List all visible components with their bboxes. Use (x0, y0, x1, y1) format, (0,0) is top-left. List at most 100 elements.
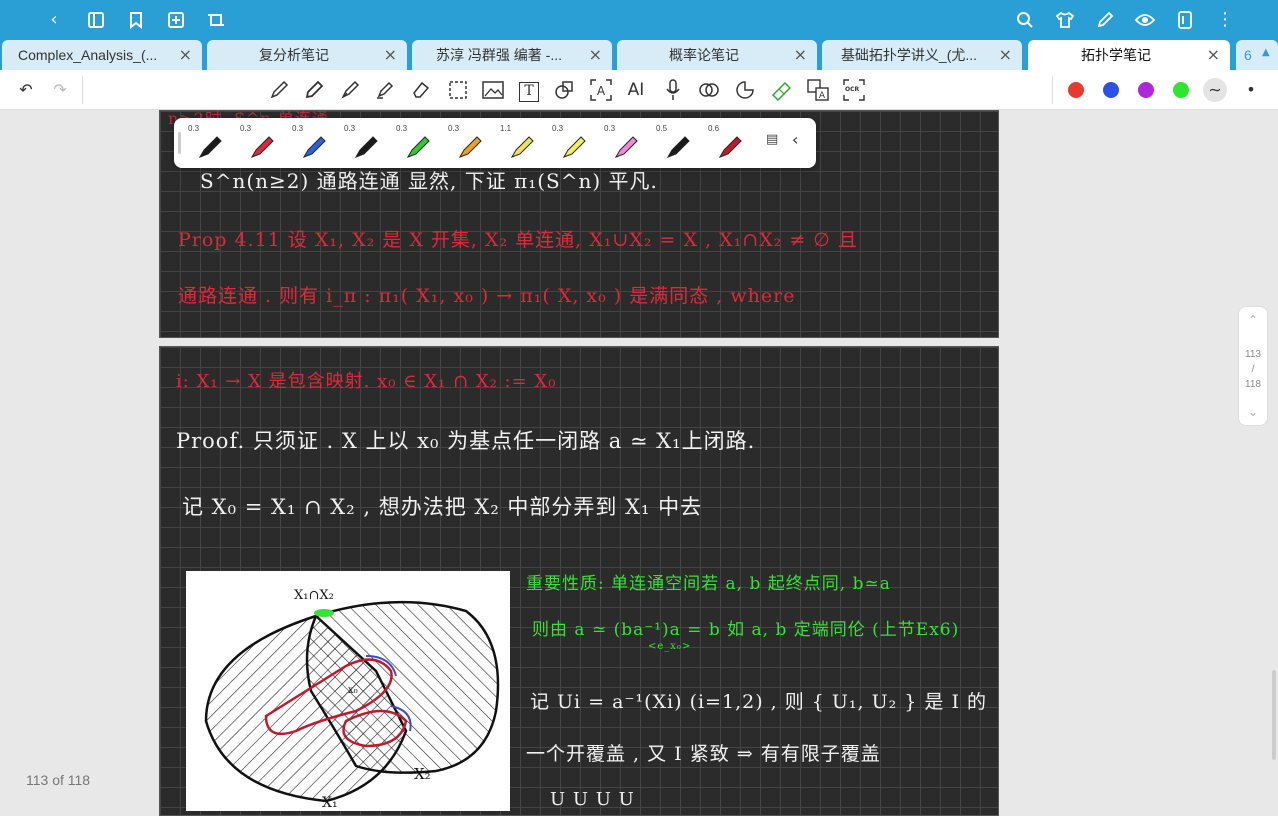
tab-topology-lectures[interactable]: 基础拓扑学讲义_(尤... × (822, 40, 1022, 70)
tab-probability-notes[interactable]: 概率论笔记 × (617, 40, 817, 70)
more-vertical-icon[interactable]: ⋮ (1213, 8, 1237, 32)
color-red[interactable] (1068, 82, 1084, 98)
pen-icon[interactable] (267, 78, 291, 102)
pen-icon (614, 136, 638, 158)
page-scroller[interactable]: ⌃ 113 / 118 ⌄ (1238, 306, 1268, 426)
pen-icon (458, 136, 482, 158)
note-page-113[interactable]: i: X₁ → X 是包含映射. x₀ ∈ X₁ ∩ X₂ := X₀ Proo… (159, 346, 999, 816)
color-purple[interactable] (1138, 82, 1154, 98)
pen-preset-9[interactable]: 0.3 (602, 122, 650, 164)
svg-text:A: A (819, 91, 826, 101)
ai-label: AI (627, 80, 645, 100)
pen-size-label: 0.3 (396, 124, 408, 133)
palette-drag-handle[interactable] (178, 132, 181, 154)
stroke-width-icon[interactable]: • (1239, 78, 1263, 102)
pen-preset-7[interactable]: 1.1 (498, 122, 546, 164)
pen-preset-3[interactable]: 0.3 (290, 122, 338, 164)
page-count-label: 113 of 118 (26, 772, 91, 788)
close-icon[interactable]: × (1207, 40, 1220, 70)
tab-complex-notes[interactable]: 复分析笔记 × (207, 40, 407, 70)
ocr-label: OCR (845, 86, 860, 93)
palette-settings-icon[interactable]: ▤ (766, 132, 778, 147)
pen-icon (302, 136, 326, 158)
close-icon[interactable]: × (384, 40, 397, 70)
pen-preset-5[interactable]: 0.3 (394, 122, 442, 164)
text-recognition-icon[interactable]: A (589, 78, 613, 102)
handwriting-line: 通路连通 . 则有 i_π : π₁( X₁, x₀ ) → π₁( X, x₀… (178, 285, 796, 307)
text-icon[interactable]: T (517, 78, 541, 102)
highlight-mark (314, 609, 334, 617)
chevron-up-icon[interactable]: ⌃ (1239, 313, 1267, 327)
close-icon[interactable]: × (999, 40, 1012, 70)
microphone-icon[interactable] (661, 78, 685, 102)
pen-edit-icon[interactable] (1093, 8, 1117, 32)
color-blue[interactable] (1103, 82, 1119, 98)
close-icon[interactable]: × (794, 40, 807, 70)
tab-label: 复分析笔记 (259, 47, 329, 63)
top-app-bar: ‹ ⋮ (0, 0, 1278, 40)
tape-icon[interactable] (770, 78, 794, 102)
figure-label-x1: X₁ (322, 795, 338, 811)
sticker-icon[interactable] (733, 78, 757, 102)
tab-topology-notes[interactable]: 拓扑学笔记 × (1028, 40, 1230, 70)
tab-complex-analysis[interactable]: Complex_Analysis_(... × (2, 40, 202, 70)
device-icon[interactable] (1173, 8, 1197, 32)
eraser-icon[interactable] (409, 78, 433, 102)
undo-icon[interactable]: ↶ (14, 78, 38, 102)
text-tool-label: T (519, 82, 539, 102)
scroller-total-pages: 118 (1245, 379, 1261, 390)
pen-preset-10[interactable]: 0.5 (654, 122, 702, 164)
ocr-icon[interactable]: OCR (842, 78, 866, 102)
highlighter-icon[interactable] (373, 78, 397, 102)
tab-label: Complex_Analysis_(... (18, 47, 158, 63)
stroke-style-icon[interactable]: ∼ (1203, 78, 1227, 102)
ai-icon[interactable]: AI (624, 78, 648, 102)
add-page-icon[interactable] (164, 8, 188, 32)
pen-size-label: 0.3 (448, 124, 460, 133)
image-icon[interactable] (481, 78, 505, 102)
handwriting-line: <e_x₀> (648, 641, 692, 652)
fountain-pen-icon[interactable] (338, 78, 362, 102)
search-icon[interactable] (1013, 8, 1037, 32)
tab-label: 苏淳 冯群强 编著 -... (436, 47, 562, 63)
book-icon[interactable] (84, 8, 108, 32)
notes-canvas[interactable]: n>2时, S^n 单连通 S^n(n≥2) 通路连通 显然, 下证 π₁(S^… (0, 109, 1278, 816)
pen-icon (250, 136, 274, 158)
pen-size-label: 0.6 (708, 124, 720, 133)
pencil-icon[interactable] (302, 78, 326, 102)
lasso-icon[interactable] (446, 78, 470, 102)
handwriting-line: Prop 4.11 设 X₁, X₂ 是 X 开集, X₂ 单连通, X₁∪X₂… (178, 229, 858, 251)
crop-icon[interactable] (204, 8, 228, 32)
back-icon[interactable]: ‹ (42, 8, 66, 32)
tab-probability-book[interactable]: 苏淳 冯群强 编著 -... × (412, 40, 612, 70)
pen-preset-8[interactable]: 0.3 (550, 122, 598, 164)
close-icon[interactable]: × (179, 40, 192, 70)
close-icon[interactable]: × (589, 40, 602, 70)
scrollbar-thumb[interactable] (1272, 670, 1276, 760)
toolbar-divider (1052, 76, 1053, 104)
shape-icon[interactable] (552, 78, 576, 102)
redo-icon[interactable]: ↷ (48, 78, 72, 102)
color-green[interactable] (1173, 82, 1189, 98)
eye-icon[interactable] (1133, 8, 1157, 32)
pen-icon (510, 136, 534, 158)
pen-preset-6[interactable]: 0.3 (446, 122, 494, 164)
link-icon[interactable] (697, 78, 721, 102)
scroller-slash: / (1251, 364, 1255, 375)
bookmark-icon[interactable] (124, 8, 148, 32)
pen-icon (718, 136, 742, 158)
pen-icon (354, 136, 378, 158)
tab-overflow[interactable]: 6 ▲ (1236, 40, 1278, 70)
pen-preset-2[interactable]: 0.3 (238, 122, 286, 164)
pen-size-label: 0.3 (188, 124, 200, 133)
handwriting-line: Proof. 只须证 . X 上以 x₀ 为基点任一闭路 a ≃ X₁上闭路. (176, 429, 756, 453)
drawing-toolbar: ↶ ↷ T A AI A OCR ∼ • (0, 70, 1278, 110)
shirt-icon[interactable] (1053, 8, 1077, 32)
translate-icon[interactable]: A (806, 78, 830, 102)
pen-preset-11[interactable]: 0.6 (706, 122, 754, 164)
chevron-down-icon[interactable]: ⌄ (1239, 405, 1267, 419)
chevron-left-icon[interactable]: ‹ (792, 130, 798, 149)
pen-preset-1[interactable]: 0.3 (186, 122, 234, 164)
pen-preset-4[interactable]: 0.3 (342, 122, 390, 164)
handwriting-line: 重要性质: 单连通空间若 a, b 起终点同, b≃a (526, 574, 891, 594)
